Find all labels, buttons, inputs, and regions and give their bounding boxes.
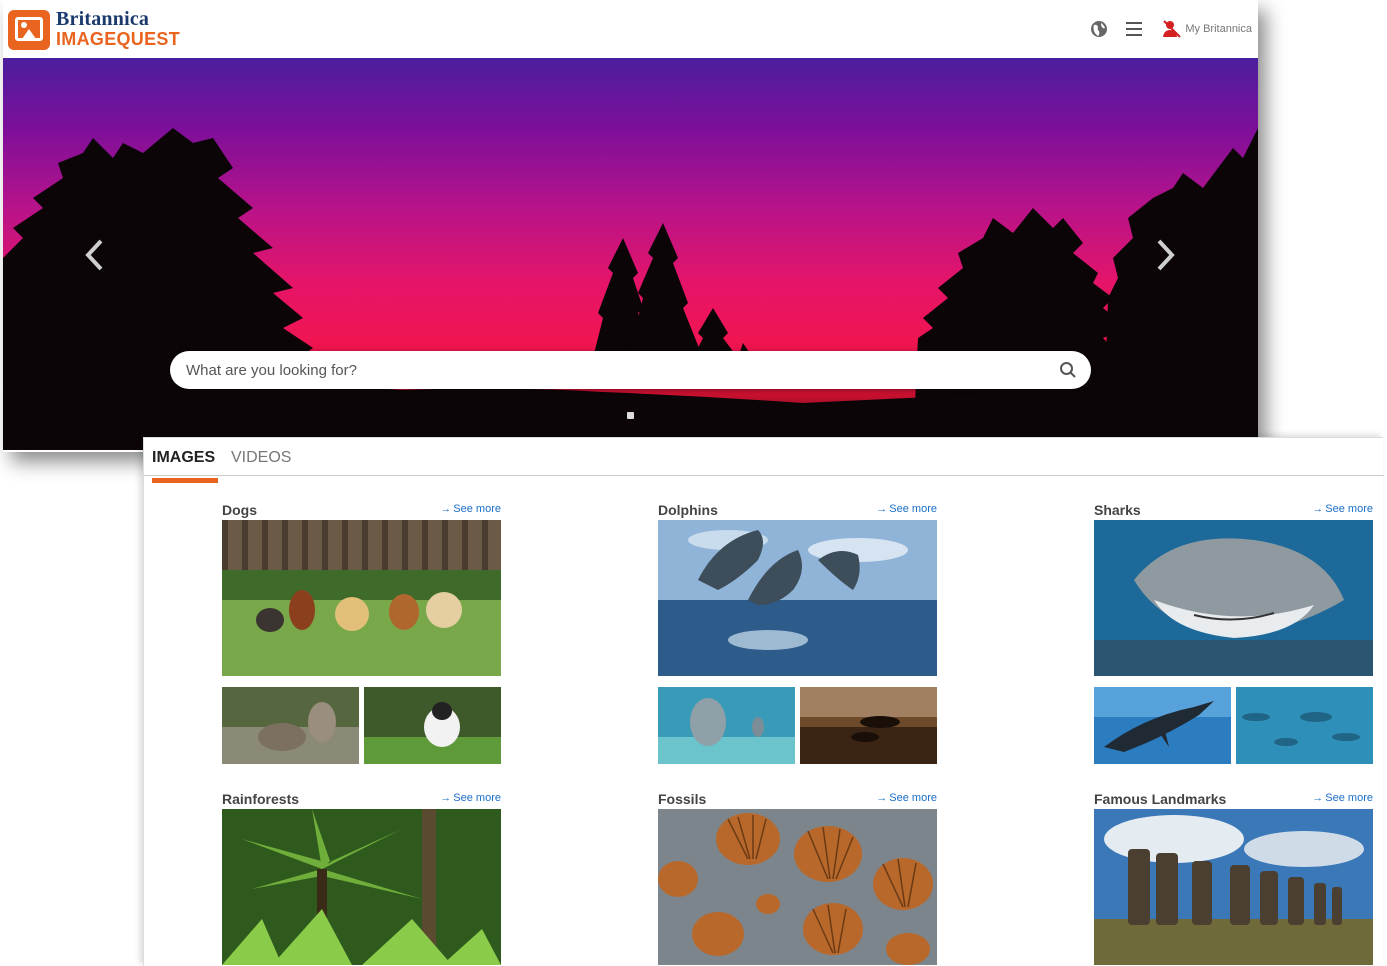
active-tab-indicator (152, 478, 218, 483)
carousel-prev-icon[interactable] (83, 238, 107, 272)
eclipse-sequence-image (3, 80, 1258, 450)
tab-images[interactable]: IMAGES (152, 449, 215, 467)
tab-videos[interactable]: VIDEOS (231, 449, 291, 467)
see-more-link[interactable]: → See more (440, 792, 501, 804)
media-tabs: IMAGES VIDEOS (144, 438, 1384, 476)
moai-main-image[interactable] (1094, 809, 1373, 965)
see-more-link[interactable]: → See more (876, 792, 937, 804)
screenshot-collage: Britannica IMAGEQUEST My Britannica What… (0, 0, 1387, 966)
hero-banner (3, 58, 1258, 450)
globe-icon[interactable] (1090, 20, 1108, 38)
running-dog-thumbnail[interactable] (364, 687, 501, 764)
site-header: Britannica IMAGEQUEST My Britannica (3, 0, 1258, 58)
arrow-right-icon: → (1312, 792, 1324, 804)
category-title: Sharks (1094, 502, 1141, 518)
category-title: Dogs (222, 502, 257, 518)
see-more-link[interactable]: → See more (876, 503, 937, 515)
see-more-link[interactable]: → See more (1312, 792, 1373, 804)
see-more-link[interactable]: → See more (1312, 503, 1373, 515)
user-icon[interactable] (1162, 20, 1182, 38)
wolf-pups-thumbnail[interactable] (222, 687, 359, 764)
category-title: Fossils (658, 791, 707, 807)
menu-icon[interactable] (1126, 22, 1143, 36)
search-bar (170, 351, 1091, 389)
britannica-imagequest-logo[interactable]: Britannica IMAGEQUEST (8, 8, 181, 52)
search-icon[interactable] (1059, 361, 1077, 379)
arrow-right-icon: → (440, 792, 452, 804)
category-fossils: Fossils → See more (658, 791, 937, 966)
carousel-next-icon[interactable] (1153, 238, 1177, 272)
arrow-right-icon: → (876, 503, 888, 515)
header-actions: My Britannica (1090, 18, 1252, 40)
category-title: Rainforests (222, 791, 300, 807)
category-famous-landmarks: Famous Landmarks → See more (1094, 791, 1373, 966)
hammerhead-thumbnail[interactable] (1236, 687, 1373, 764)
arrow-right-icon: → (876, 792, 888, 804)
logo-brand-name: Britannica (56, 8, 150, 30)
my-britannica-link[interactable]: My Britannica (1185, 23, 1252, 35)
fossils-main-image[interactable] (658, 809, 937, 965)
browse-window: IMAGES VIDEOS Dogs → See more Dolphins →… (143, 437, 1384, 966)
category-rainforests: Rainforests → See more (222, 791, 501, 966)
category-sharks: Sharks → See more (1094, 502, 1373, 764)
underwater-dolphin-thumbnail[interactable] (658, 687, 795, 764)
arrow-right-icon: → (1312, 503, 1324, 515)
dolphins-main-image[interactable] (658, 520, 937, 676)
see-more-link[interactable]: → See more (440, 503, 501, 515)
dogs-main-image[interactable] (222, 520, 501, 676)
arrow-right-icon: → (440, 503, 452, 515)
sunset-dolphins-thumbnail[interactable] (800, 687, 937, 764)
carousel-indicator[interactable] (627, 412, 634, 419)
category-dolphins: Dolphins → See more (658, 502, 937, 764)
shark-main-image[interactable] (1094, 520, 1373, 676)
logo-icon (8, 10, 50, 50)
logo-product-name: IMAGEQUEST (56, 29, 181, 49)
rainforest-main-image[interactable] (222, 809, 501, 965)
category-dogs: Dogs → See more (222, 502, 501, 764)
homepage-window: Britannica IMAGEQUEST My Britannica (3, 0, 1258, 452)
category-title: Famous Landmarks (1094, 791, 1227, 807)
search-input[interactable] (186, 351, 1046, 389)
shark-silhouette-thumbnail[interactable] (1094, 687, 1231, 764)
category-title: Dolphins (658, 502, 718, 518)
